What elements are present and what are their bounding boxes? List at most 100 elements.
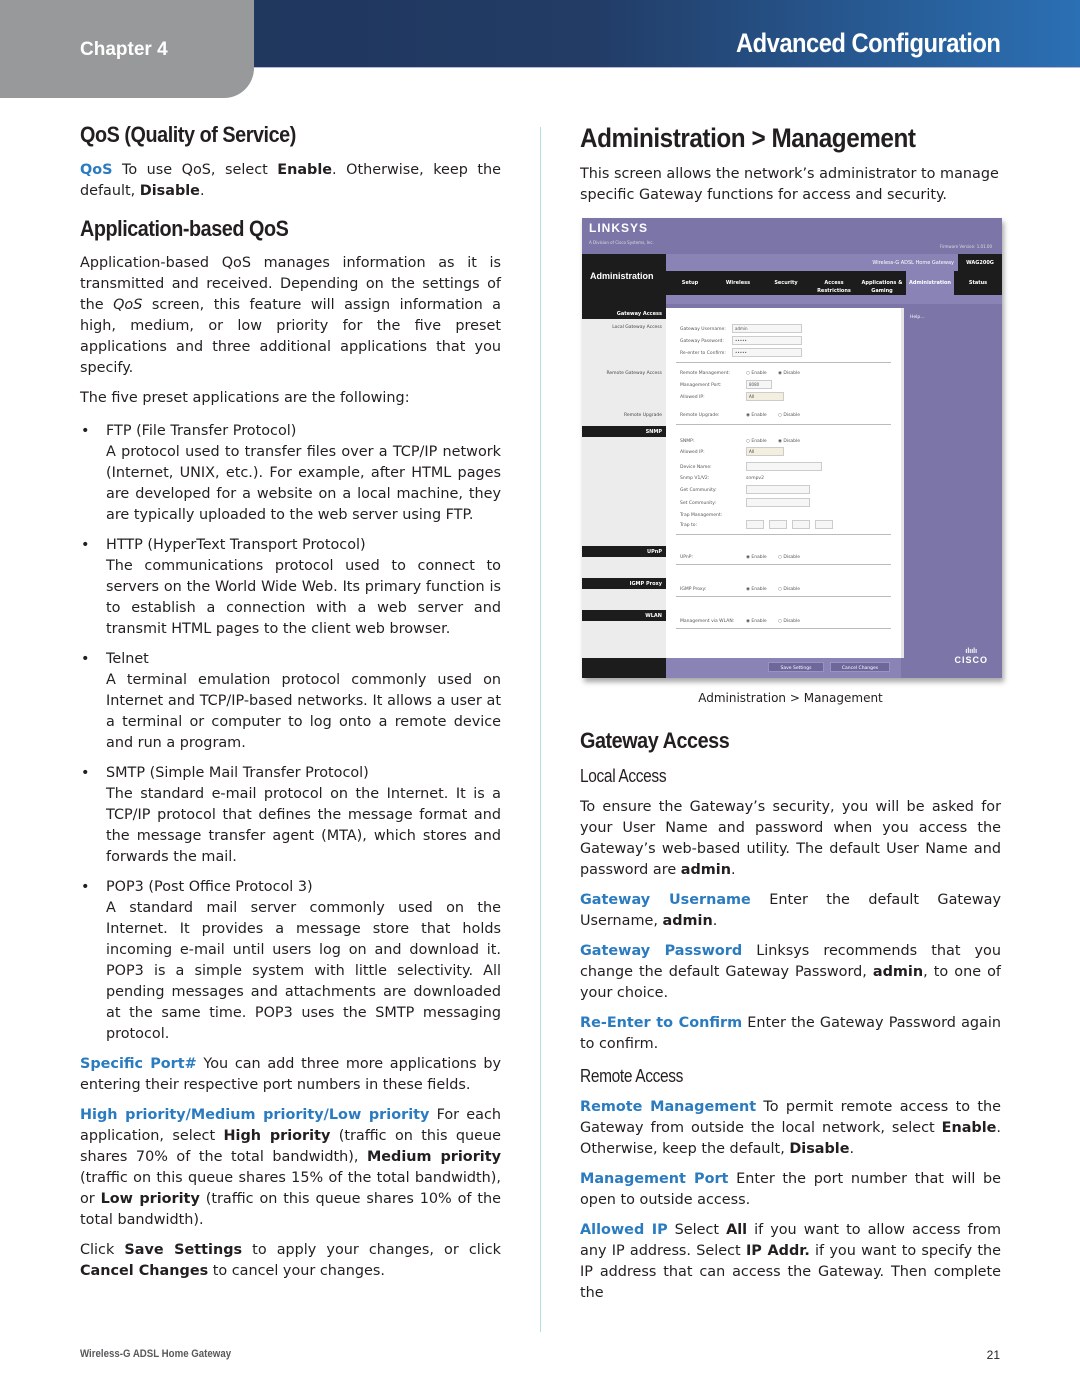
bold-high: High priority: [223, 1128, 331, 1144]
shot-left-panel: Gateway Access Local Gateway Access Remo…: [582, 308, 666, 658]
radio-disable: ○ Disable: [778, 413, 801, 418]
username-label: Gateway Username:: [680, 327, 726, 332]
trap-ip-octet: [746, 520, 764, 529]
shot-page-title: Administration: [582, 254, 666, 308]
term-gateway-password: Gateway Password: [580, 943, 743, 959]
section-gateway-access: Gateway Access: [582, 308, 666, 319]
section-title: Advanced Configuration: [735, 28, 1001, 58]
shot-nav: Setup Wireless Security Access Restricti…: [666, 271, 1002, 295]
bold-enable: Enable: [277, 162, 333, 178]
mgmt-port-input: 8080: [746, 380, 772, 389]
bold-save: Save Settings: [124, 1242, 243, 1258]
text: Enable: [751, 413, 767, 418]
figure-caption: Administration > Management: [698, 691, 883, 705]
save-settings-button: Save Settings: [768, 662, 824, 672]
term-qos: QoS: [80, 162, 113, 178]
label-upgrade: Remote Upgrade: [623, 413, 662, 418]
confirm-label: Re-enter to Confirm:: [680, 351, 726, 356]
text: Enable: [751, 371, 767, 376]
trap-ip-octet: [769, 520, 787, 529]
bold-low: Low priority: [100, 1191, 200, 1207]
device-name-input: [746, 462, 822, 471]
text: Enable: [751, 619, 767, 624]
bullet-title: Telnet: [106, 651, 149, 667]
italic-qos: QoS: [113, 297, 143, 313]
remote-upgrade-label: Remote Upgrade:: [680, 413, 720, 418]
local-access-paragraph: To ensure the Gateway’s security, you wi…: [580, 797, 1001, 881]
bullet-body: The communications protocol used to conn…: [106, 558, 501, 637]
text: Disable: [783, 587, 801, 592]
snmp-allowed-ip-label: Allowed IP:: [680, 450, 705, 455]
bullet-ftp: FTP (File Transfer Protocol) A protocol …: [80, 421, 501, 526]
text: Disable: [783, 413, 801, 418]
radio-disable-selected: ◉ Disable: [778, 439, 801, 444]
nav-tab-setup: Setup: [681, 280, 699, 286]
cancel-changes-button: Cancel Changes: [830, 662, 890, 672]
header-rule: [245, 67, 1080, 68]
bullet-telnet: Telnet A terminal emulation protocol com…: [80, 649, 501, 754]
bullet-body: A protocol used to transfer files over a…: [106, 444, 501, 523]
right-column: Administration > Management This screen …: [580, 120, 1002, 1313]
router-screenshot: LINKSYS A Division of Cisco Systems, Inc…: [582, 218, 1002, 678]
bullet-pop3: POP3 (Post Office Protocol 3) A standard…: [80, 877, 501, 1045]
nav-tab-status: Status: [968, 280, 988, 286]
section-upnp: UPnP: [582, 546, 666, 557]
text: .: [849, 1141, 855, 1157]
firmware-version: Firmware Version: 1.01.00: [939, 244, 992, 249]
reenter-paragraph: Re-Enter to Confirm Enter the Gateway Pa…: [580, 1013, 1001, 1055]
trap-mgmt-label: Trap Management:: [680, 513, 723, 518]
text: To ensure the Gateway’s security, you wi…: [580, 799, 1001, 878]
qos-paragraph: QoS To use QoS, select Enable. Otherwise…: [80, 160, 501, 202]
bullet-title: FTP (File Transfer Protocol): [106, 423, 297, 439]
nav-tab-apps: Applications & Gaming: [861, 280, 903, 294]
cisco-wordmark: CISCO: [954, 655, 988, 665]
specific-port-paragraph: Specific Port# You can add three more ap…: [80, 1054, 501, 1096]
bold-admin: admin: [680, 862, 731, 878]
text: Enable: [751, 587, 767, 592]
help-link: Help...: [910, 315, 925, 320]
text: Disable: [783, 439, 801, 444]
device-name-label: Device Name:: [680, 465, 712, 470]
allowed-ip-select: All: [746, 392, 784, 401]
bullet-smtp: SMTP (Simple Mail Transfer Protocol) The…: [80, 763, 501, 868]
password-label: Gateway Password:: [680, 339, 724, 344]
radio-disable-selected: ◉ Disable: [778, 371, 801, 376]
help-panel: Help...: [901, 308, 1002, 658]
section-igmp: IGMP Proxy: [582, 578, 666, 589]
text: Disable: [783, 555, 801, 560]
radio-enable-selected: ◉ Enable: [746, 587, 767, 592]
form-divider: [676, 534, 891, 535]
remote-management-paragraph: Remote Management To permit remote acces…: [580, 1097, 1001, 1160]
section-snmp: SNMP: [582, 426, 666, 437]
radio-enable: ○ Enable: [746, 439, 767, 444]
section-wlan: WLAN: [582, 610, 666, 621]
password-input: •••••: [732, 336, 802, 345]
bold-all: All: [726, 1222, 748, 1238]
trap-ip-octet: [815, 520, 833, 529]
snmp-label: SNMP:: [680, 439, 695, 444]
model-name: Wireless-G ADSL Home Gateway: [872, 260, 954, 266]
bold-admin: admin: [662, 913, 713, 929]
app-qos-paragraph: Application-based QoS manages informatio…: [80, 253, 501, 379]
admin-heading: Administration > Management: [580, 123, 916, 153]
bold-disable: Disable: [789, 1141, 850, 1157]
bullet-http: HTTP (HyperText Transport Protocol) The …: [80, 535, 501, 640]
radio-disable: ○ Disable: [778, 619, 801, 624]
radio-enable-selected: ◉ Enable: [746, 619, 767, 624]
remote-access-heading: Remote Access: [580, 1066, 684, 1086]
text: screen, this feature will assign informa…: [80, 297, 501, 376]
bold-enable: Enable: [941, 1120, 997, 1136]
allowed-ip-label: Allowed IP:: [680, 395, 705, 400]
form-divider: [676, 564, 891, 565]
remote-mgmt-label: Remote Management:: [680, 371, 730, 376]
text: Disable: [783, 619, 801, 624]
snmp-v1v2-value: snmpv2: [746, 476, 764, 481]
bullet-body: A standard mail server commonly used on …: [106, 900, 501, 1042]
radio-disable: ○ Disable: [778, 587, 801, 592]
admin-paragraph: This screen allows the network’s adminis…: [580, 166, 999, 203]
wlan-label: Management via WLAN:: [680, 619, 735, 624]
linksys-logo: LINKSYS: [589, 221, 649, 235]
text: to cancel your changes.: [208, 1263, 385, 1279]
nav-tab-administration: Administration: [906, 271, 954, 295]
local-access-heading: Local Access: [580, 766, 667, 786]
